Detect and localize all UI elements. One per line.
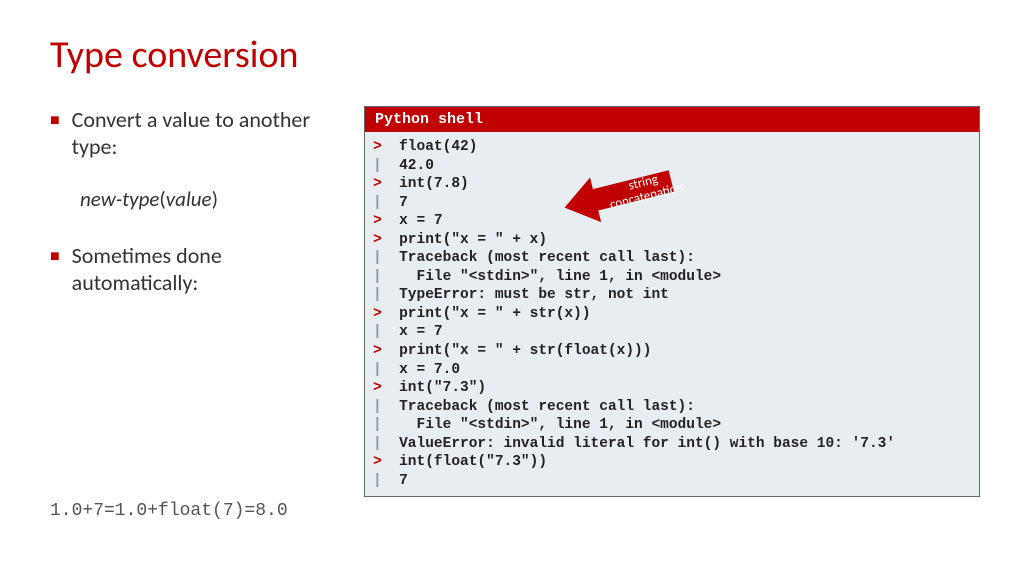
pipe-icon: | bbox=[373, 287, 399, 303]
shell-line: > int(7.8) bbox=[373, 175, 971, 194]
pipe-icon: | bbox=[373, 269, 399, 285]
shell-line: | Traceback (most recent call last): bbox=[373, 249, 971, 268]
slide-title: Type conversion bbox=[0, 0, 1024, 78]
bottom-note: 1.0+7=1.0+float(7)=8.0 bbox=[50, 501, 288, 521]
shell-line-text: 7 bbox=[399, 473, 408, 489]
bullet-2: ■ Sometimes done automatically: bbox=[50, 242, 340, 296]
pipe-icon: | bbox=[373, 399, 399, 415]
shell-line-text: x = 7 bbox=[399, 324, 443, 340]
pipe-icon: | bbox=[373, 324, 399, 340]
shell-line-text: Traceback (most recent call last): bbox=[399, 399, 695, 415]
pipe-icon: | bbox=[373, 362, 399, 378]
prompt-icon: > bbox=[373, 380, 399, 396]
paren-close: ) bbox=[212, 186, 218, 212]
shell-line: | 7 bbox=[373, 194, 971, 213]
shell-line-text: 42.0 bbox=[399, 158, 434, 174]
pipe-icon: | bbox=[373, 195, 399, 211]
syntax-expression: new-type(value) bbox=[50, 186, 340, 212]
shell-line: > x = 7 bbox=[373, 212, 971, 231]
left-column: ■ Convert a value to another type: new-t… bbox=[50, 106, 340, 497]
python-shell-panel: Python shell string concatenation > floa… bbox=[364, 106, 980, 497]
shell-line-text: print("x = " + x) bbox=[399, 232, 547, 248]
shell-line: | File "<stdin>", line 1, in <module> bbox=[373, 268, 971, 287]
prompt-icon: > bbox=[373, 306, 399, 322]
pipe-icon: | bbox=[373, 417, 399, 433]
bullet-icon: ■ bbox=[50, 111, 60, 160]
shell-line-text: float(42) bbox=[399, 139, 477, 155]
shell-line-text: Traceback (most recent call last): bbox=[399, 250, 695, 266]
prompt-icon: > bbox=[373, 454, 399, 470]
shell-header: Python shell bbox=[365, 107, 979, 132]
shell-line: > int(float("7.3")) bbox=[373, 453, 971, 472]
syntax-type: new-type bbox=[80, 186, 159, 212]
prompt-icon: > bbox=[373, 343, 399, 359]
shell-line-text: x = 7.0 bbox=[399, 362, 460, 378]
bullet-icon: ■ bbox=[50, 247, 60, 296]
shell-line: > int("7.3") bbox=[373, 379, 971, 398]
shell-line: > print("x = " + str(float(x))) bbox=[373, 342, 971, 361]
shell-line-text: int(7.8) bbox=[399, 176, 469, 192]
shell-line: | TypeError: must be str, not int bbox=[373, 286, 971, 305]
shell-line: | Traceback (most recent call last): bbox=[373, 398, 971, 417]
shell-line: > print("x = " + x) bbox=[373, 231, 971, 250]
shell-line-text: int(float("7.3")) bbox=[399, 454, 547, 470]
shell-line: > float(42) bbox=[373, 138, 971, 157]
bullet-1-text: Convert a value to another type: bbox=[72, 106, 340, 160]
syntax-arg: value bbox=[166, 186, 212, 212]
shell-line-text: print("x = " + str(x)) bbox=[399, 306, 590, 322]
shell-line: | x = 7.0 bbox=[373, 361, 971, 380]
bullet-1: ■ Convert a value to another type: bbox=[50, 106, 340, 160]
shell-line: | 7 bbox=[373, 472, 971, 491]
shell-line-text: int("7.3") bbox=[399, 380, 486, 396]
shell-body: string concatenation > float(42)| 42.0> … bbox=[365, 132, 979, 496]
shell-line-text: ValueError: invalid literal for int() wi… bbox=[399, 436, 895, 452]
prompt-icon: > bbox=[373, 232, 399, 248]
shell-line-text: x = 7 bbox=[399, 213, 443, 229]
prompt-icon: > bbox=[373, 139, 399, 155]
shell-line-text: TypeError: must be str, not int bbox=[399, 287, 669, 303]
pipe-icon: | bbox=[373, 250, 399, 266]
pipe-icon: | bbox=[373, 436, 399, 452]
content-area: ■ Convert a value to another type: new-t… bbox=[0, 78, 1024, 497]
shell-line-text: File "<stdin>", line 1, in <module> bbox=[399, 269, 721, 285]
prompt-icon: > bbox=[373, 176, 399, 192]
pipe-icon: | bbox=[373, 473, 399, 489]
shell-line-text: print("x = " + str(float(x))) bbox=[399, 343, 651, 359]
shell-line: | 42.0 bbox=[373, 157, 971, 176]
bullet-2-text: Sometimes done automatically: bbox=[72, 242, 340, 296]
shell-line: | x = 7 bbox=[373, 323, 971, 342]
pipe-icon: | bbox=[373, 158, 399, 174]
prompt-icon: > bbox=[373, 213, 399, 229]
shell-line: > print("x = " + str(x)) bbox=[373, 305, 971, 324]
shell-line-text: 7 bbox=[399, 195, 408, 211]
shell-line: | File "<stdin>", line 1, in <module> bbox=[373, 416, 971, 435]
shell-line-text: File "<stdin>", line 1, in <module> bbox=[399, 417, 721, 433]
shell-line: | ValueError: invalid literal for int() … bbox=[373, 435, 971, 454]
